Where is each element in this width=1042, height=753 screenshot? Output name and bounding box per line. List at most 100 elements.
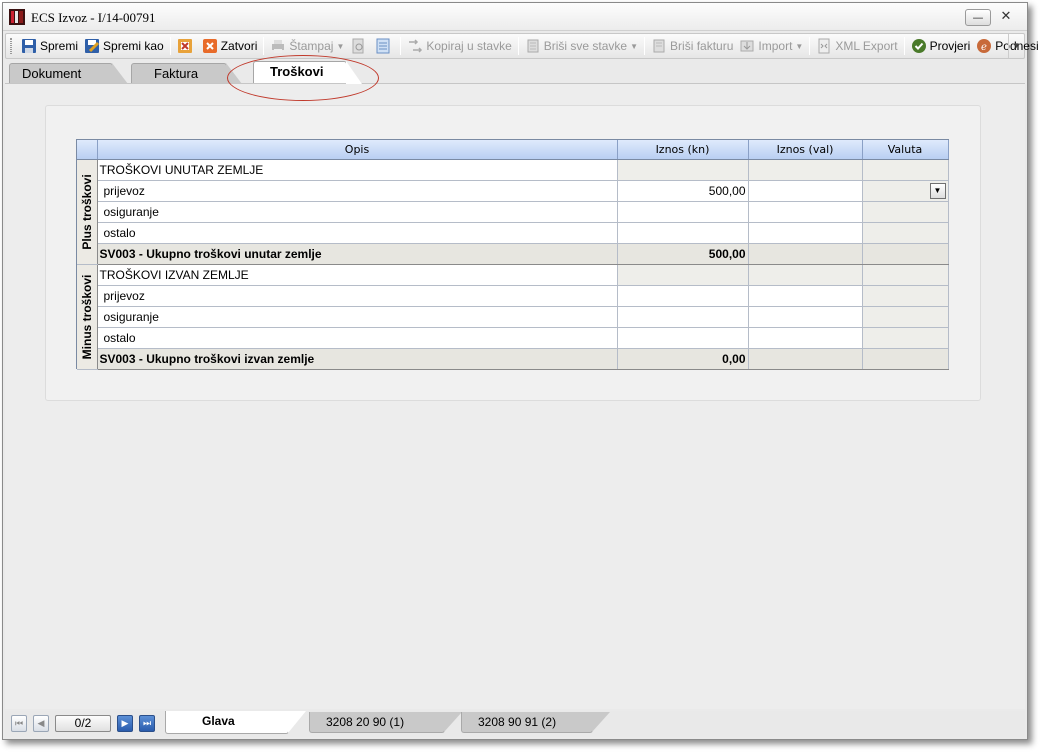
print-button[interactable]: Štampaj ▼ [267, 35, 347, 57]
form-button[interactable] [372, 35, 397, 57]
table-cell [748, 264, 863, 286]
iznos-kn-input[interactable]: 500,00 [617, 180, 749, 202]
chevron-down-icon: ▼ [795, 41, 804, 51]
save-button[interactable]: Spremi [18, 35, 81, 57]
column-header-opis[interactable]: Opis [97, 140, 618, 160]
svg-text:e: e [981, 42, 987, 53]
table-row: prijevoz 500,00 ▼ [77, 180, 949, 202]
close-label: Zatvori [220, 39, 258, 53]
table-row: ostalo [77, 327, 949, 349]
close-window-button[interactable]: ✕ [993, 9, 1019, 26]
chevron-down-icon: ▼ [630, 41, 639, 51]
table-row: osiguranje [77, 306, 949, 328]
toolbar-overflow-button[interactable]: ▼ [1008, 34, 1024, 58]
iznos-kn-input[interactable] [617, 222, 749, 244]
delete-all-items-label: Briši sve stavke [543, 39, 628, 53]
group-header [77, 140, 98, 160]
iznos-val-input[interactable] [748, 222, 863, 244]
copy-to-items-label: Kopiraj u stavke [426, 39, 512, 53]
iznos-val-input[interactable] [748, 180, 863, 202]
toolbar-grip[interactable] [10, 38, 12, 54]
minus-costs-label: Minus troškovi [79, 274, 94, 359]
delete-invoice-button[interactable]: Briši fakturu [648, 35, 736, 57]
iznos-kn-input[interactable] [617, 327, 749, 349]
toolbar-separator [263, 37, 265, 55]
plus-costs-group: Plus troškovi [77, 159, 98, 265]
iznos-kn-input[interactable] [617, 201, 749, 223]
column-header-iznos-kn[interactable]: Iznos (kn) [617, 140, 749, 160]
tab-faktura[interactable]: Faktura [131, 63, 242, 84]
table-row: Plus troškovi TROŠKOVI UNUTAR ZEMLJE [77, 159, 949, 265]
print-label: Štampaj [289, 39, 334, 53]
first-record-button[interactable]: ⏮ [11, 715, 27, 732]
table-row: SV003 - Ukupno troškovi unutar zemlje 50… [77, 243, 949, 265]
iznos-kn-input[interactable] [617, 306, 749, 328]
column-header-valuta[interactable]: Valuta [862, 140, 949, 160]
import-button[interactable]: Import ▼ [736, 35, 806, 57]
close-document-button[interactable]: Zatvori [199, 35, 261, 57]
valuta-select[interactable] [862, 285, 949, 307]
xml-export-button[interactable]: XML Export [813, 35, 900, 57]
row-label: prijevoz [97, 180, 618, 202]
delete-all-items-button[interactable]: Briši sve stavke ▼ [522, 35, 641, 57]
row-label: prijevoz [97, 285, 618, 307]
import-label: Import [758, 39, 793, 53]
table-row: Minus troškovi TROŠKOVI IZVAN ZEMLJE [77, 264, 949, 370]
copy-to-items-button[interactable]: Kopiraj u stavke [404, 35, 514, 57]
section-header-domestic: TROŠKOVI UNUTAR ZEMLJE [97, 159, 618, 181]
chevron-down-icon[interactable]: ▼ [929, 182, 946, 199]
import-icon [740, 40, 754, 52]
tab-item-2[interactable]: 3208 90 91 (2) [461, 712, 610, 733]
table-cell [748, 243, 863, 265]
record-counter[interactable]: 0/2 [55, 715, 111, 732]
valuta-select[interactable] [862, 306, 949, 328]
check-button[interactable]: Provjeri [908, 35, 974, 57]
table-row: prijevoz [77, 285, 949, 307]
xml-export-label: XML Export [835, 39, 898, 53]
save-close-button[interactable] [174, 35, 199, 57]
total-label-domestic: SV003 - Ukupno troškovi unutar zemlje [97, 243, 618, 265]
check-circle-icon [911, 39, 926, 53]
tab-item-1[interactable]: 3208 20 90 (1) [309, 712, 462, 733]
copy-arrows-icon [409, 39, 423, 53]
save-as-button[interactable]: Spremi kao [81, 35, 167, 57]
iznos-val-input[interactable] [748, 306, 863, 328]
valuta-select[interactable]: ▼ [862, 180, 949, 202]
delete-invoice-label: Briši fakturu [670, 39, 734, 53]
toolbar-separator [169, 37, 171, 55]
form-icon [376, 38, 390, 54]
save-label: Spremi [40, 39, 79, 53]
check-label: Provjeri [929, 39, 971, 53]
costs-grid: Opis Iznos (kn) Iznos (val) Valuta Plus … [76, 139, 949, 370]
iznos-val-input[interactable] [748, 201, 863, 223]
iznos-val-input[interactable] [748, 327, 863, 349]
valuta-select[interactable] [862, 222, 949, 244]
grid-header-row: Opis Iznos (kn) Iznos (val) Valuta [77, 140, 949, 160]
previous-record-button[interactable]: ◀ [33, 715, 49, 732]
app-logo-icon [9, 9, 25, 25]
last-record-button[interactable]: ⏭ [139, 715, 155, 732]
next-record-button[interactable]: ▶ [117, 715, 133, 732]
table-cell [862, 264, 949, 286]
iznos-val-input[interactable] [748, 285, 863, 307]
table-cell [862, 348, 949, 370]
valuta-select[interactable] [862, 201, 949, 223]
table-cell [617, 159, 749, 181]
iznos-kn-input[interactable] [617, 285, 749, 307]
preview-button[interactable] [347, 35, 372, 57]
app-window: ECS Izvoz - I/14-00791 — ✕ Spremi Spremi… [2, 2, 1039, 740]
toolbar-separator [517, 37, 519, 55]
save-close-icon [177, 39, 192, 53]
chevron-down-icon: ▼ [336, 41, 345, 51]
table-cell [748, 159, 863, 181]
toolbar-separator [644, 37, 646, 55]
column-header-iznos-val[interactable]: Iznos (val) [748, 140, 863, 160]
minimize-button[interactable]: — [965, 9, 991, 26]
table-cell [617, 264, 749, 286]
valuta-select[interactable] [862, 327, 949, 349]
row-label: osiguranje [97, 201, 618, 223]
close-icon [202, 39, 217, 53]
tab-dokument[interactable]: Dokument [9, 63, 128, 84]
tab-glava[interactable]: Glava [165, 711, 306, 734]
title-bar: ECS Izvoz - I/14-00791 — ✕ [3, 3, 1027, 31]
